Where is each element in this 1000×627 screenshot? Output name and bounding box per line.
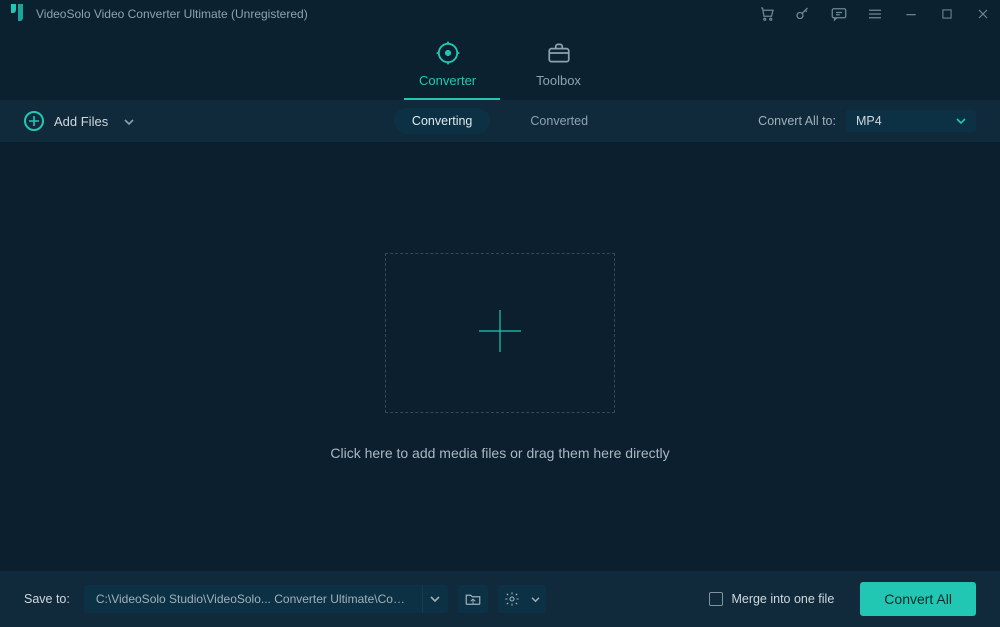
merge-checkbox[interactable]: Merge into one file	[709, 592, 834, 606]
segment-converting[interactable]: Converting	[394, 108, 490, 134]
tab-converter[interactable]: Converter	[419, 41, 476, 92]
chevron-down-icon	[956, 117, 966, 125]
add-files-label: Add Files	[54, 114, 108, 129]
chevron-down-icon[interactable]	[124, 114, 134, 129]
toolbar: Add Files Converting Converted Convert A…	[0, 100, 1000, 142]
tab-converter-label: Converter	[419, 73, 476, 88]
key-icon[interactable]	[794, 5, 812, 23]
merge-label: Merge into one file	[731, 592, 834, 606]
dropzone[interactable]	[385, 253, 615, 413]
app-title: VideoSolo Video Converter Ultimate (Unre…	[36, 7, 308, 21]
plus-icon	[475, 306, 525, 359]
menu-icon[interactable]	[866, 5, 884, 23]
bottombar: Save to: C:\VideoSolo Studio\VideoSolo..…	[0, 571, 1000, 627]
cart-icon[interactable]	[758, 5, 776, 23]
segment-converting-label: Converting	[412, 114, 472, 128]
segment-tabs: Converting Converted	[394, 108, 606, 134]
format-select[interactable]: MP4	[846, 110, 976, 132]
gear-icon	[504, 591, 520, 607]
convert-all-to-label: Convert All to:	[758, 114, 836, 128]
app-logo	[6, 3, 28, 25]
titlebar: VideoSolo Video Converter Ultimate (Unre…	[0, 0, 1000, 28]
convert-all-button-label: Convert All	[884, 591, 952, 607]
toolbox-icon	[546, 41, 572, 65]
tab-toolbox[interactable]: Toolbox	[536, 41, 581, 92]
add-files-button[interactable]: Add Files	[24, 111, 134, 131]
segment-converted[interactable]: Converted	[512, 108, 606, 134]
segment-converted-label: Converted	[530, 114, 588, 128]
save-to-label: Save to:	[24, 592, 70, 606]
convert-all-to: Convert All to: MP4	[758, 110, 976, 132]
maximize-icon[interactable]	[938, 5, 956, 23]
dropzone-hint: Click here to add media files or drag th…	[330, 445, 669, 461]
save-path-select[interactable]: C:\VideoSolo Studio\VideoSolo... Convert…	[84, 585, 448, 613]
tab-toolbox-label: Toolbox	[536, 73, 581, 88]
folder-icon	[464, 590, 482, 608]
save-path-value: C:\VideoSolo Studio\VideoSolo... Convert…	[84, 592, 422, 606]
minimize-icon[interactable]	[902, 5, 920, 23]
converter-icon	[435, 41, 461, 65]
feedback-icon[interactable]	[830, 5, 848, 23]
convert-all-button[interactable]: Convert All	[860, 582, 976, 616]
plus-circle-icon	[24, 111, 44, 131]
chevron-down-icon	[531, 596, 540, 603]
titlebar-actions	[758, 5, 992, 23]
close-icon[interactable]	[974, 5, 992, 23]
checkbox-box	[709, 592, 723, 606]
settings-button[interactable]	[498, 585, 546, 613]
main-area: Click here to add media files or drag th…	[0, 142, 1000, 571]
save-path-caret[interactable]	[422, 585, 448, 613]
format-select-value: MP4	[856, 114, 882, 128]
browse-folder-button[interactable]	[458, 585, 488, 613]
main-nav: Converter Toolbox	[0, 28, 1000, 100]
